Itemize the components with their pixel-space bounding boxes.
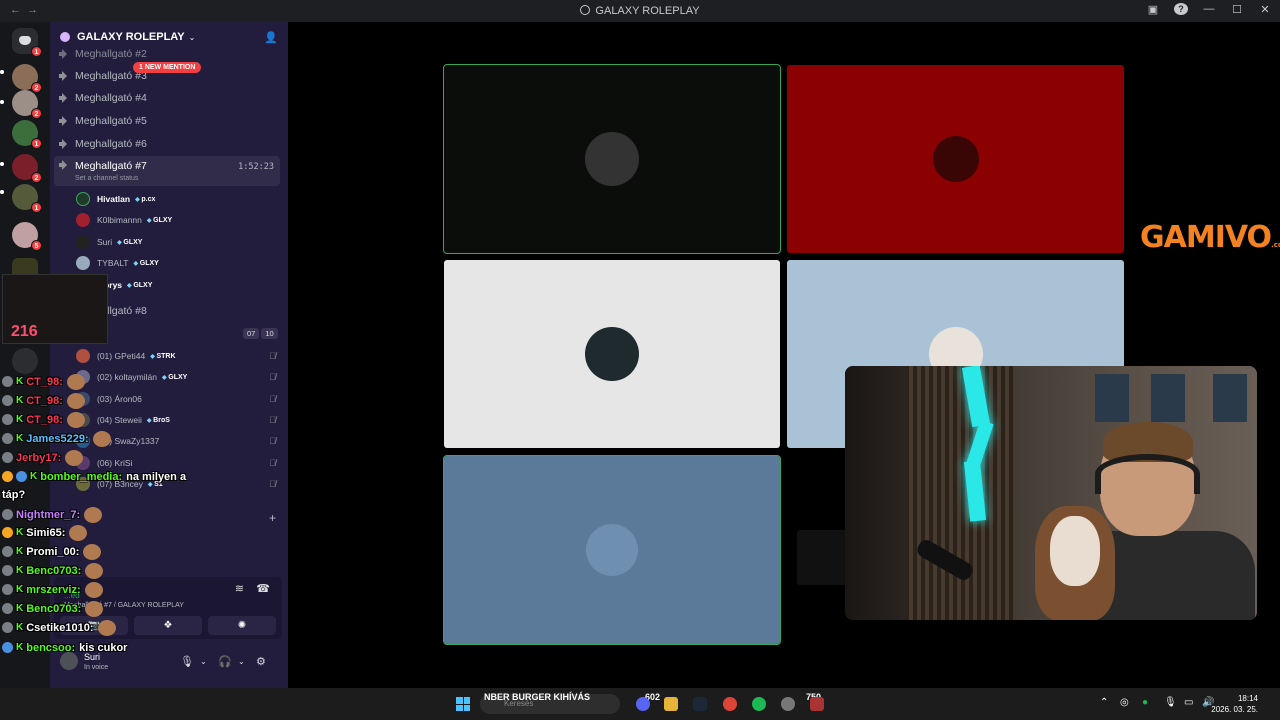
window-title: GALAXY ROLEPLAY [0,5,1280,17]
add-channel-icon[interactable]: + [269,511,276,525]
new-mention-badge[interactable]: 1 NEW MENTION [133,62,202,73]
muted-icon: 🎙̸ [269,458,276,468]
speaker-icon [59,116,69,126]
sponsor-logo: GAMIVO.com [1140,220,1280,255]
clock[interactable]: 18:14 2026. 03. 25. [1211,693,1258,715]
chat-message: K Benc0703: [2,562,104,579]
chat-message: K Simi65: [2,524,88,541]
video-tile[interactable] [443,455,781,645]
maximize-button[interactable]: ☐ [1230,3,1244,16]
channel-user-count: 07 10 [243,328,278,339]
stream-ticker: NBER BURGER KIHÍVÁS [484,692,591,702]
chat-message: Kbencsoo: kis cukor [2,639,127,656]
windows-taskbar: Keresés NBER BURGER KIHÍVÁS 602 750 ⌃ ◎ … [0,688,1280,720]
chrome-icon[interactable] [723,697,737,711]
chat-message: Kmrszerviz: [2,581,103,598]
voice-member[interactable]: SuriGLXY [76,233,276,251]
app-tray-icon[interactable]: ◎ [1120,697,1129,708]
voice-channel[interactable]: Meghallgató #4 [54,88,280,108]
obs-icon[interactable] [781,697,795,711]
voice-member[interactable]: K0lbimannnGLXY [76,211,276,229]
chat-message: K CT_98: [2,373,85,390]
chat-message: K CT_98: [2,411,85,428]
steam-icon[interactable] [693,697,707,711]
inbox-icon[interactable]: ▣ [1146,3,1160,16]
channel-timer: 1:52:23 [238,162,274,172]
stream-chat-overlay: K CT_98: K CT_98: K CT_98: K James5229: Jerb… [0,270,240,670]
chevron-up-icon[interactable]: ⌃ [1100,697,1108,708]
chevron-down-icon: ⌄ [188,32,196,42]
avatar [932,136,979,182]
voice-member[interactable]: Hivatlanp.cx [76,190,276,208]
chat-message: táp? [2,488,26,501]
title-bar: ←→ GALAXY ROLEPLAY ▣ ? — ☐ ✕ [0,0,1280,22]
speaker-icon [59,139,69,149]
voice-channel-active[interactable]: Meghallgató #7 1:52:23 Set a channel sta… [54,156,280,186]
disconnect-icon[interactable]: ☎ [256,582,270,595]
add-user-icon[interactable]: 👤 [264,31,278,44]
server-icon[interactable]: 5 [12,222,42,251]
chat-message: Nightmer_7: [2,506,103,523]
voice-channel[interactable]: Meghallgató #5 [54,111,280,131]
chat-message: K CT_98: [2,392,85,409]
muted-icon: 🎙̸ [269,479,276,489]
gear-icon[interactable]: ⚙ [256,655,266,668]
network-icon[interactable]: ▭ [1184,697,1193,708]
app-icon[interactable] [810,697,824,711]
server-icon [60,32,70,42]
muted-icon: 🎙̸ [269,351,276,361]
chat-message: K James5229: [2,430,111,447]
discord-taskbar-icon[interactable] [636,697,650,711]
video-tile[interactable] [443,64,781,254]
start-button[interactable] [456,697,470,711]
muted-icon: 🎙̸ [269,394,276,404]
avatar [586,524,638,576]
avatar [585,132,639,186]
server-logo-icon [580,5,591,15]
webcam-overlay [845,366,1257,620]
server-icon[interactable]: 2 [12,154,42,183]
video-tile[interactable] [444,260,780,448]
avatar [585,327,639,381]
file-explorer-icon[interactable] [664,697,678,711]
window-controls: ▣ ? — ☐ ✕ [1146,3,1272,16]
speaker-icon [59,71,69,81]
server-icon[interactable]: 1 [12,184,42,213]
tray-status-icon[interactable]: ● [1142,697,1148,708]
speaker-icon [59,160,69,170]
chat-message: Jerby17: [2,449,84,466]
voice-channel[interactable]: Meghallgató #6 [54,134,280,154]
avatar [76,192,90,206]
chat-message: K Csetike1010: [2,619,116,636]
chat-message: K Benc0703: [2,600,104,617]
server-icon[interactable]: 2 [12,90,42,119]
spotify-icon[interactable] [752,697,766,711]
close-button[interactable]: ✕ [1258,3,1272,16]
video-tile[interactable] [797,530,847,585]
video-tile[interactable] [787,65,1124,253]
speaker-icon [59,93,69,103]
discord-home-icon[interactable]: 1 [12,28,42,57]
avatar [76,213,90,227]
muted-icon: 🎙̸ [269,372,276,382]
muted-icon: 🎙̸ [269,436,276,446]
chat-message: K Promi_00: [2,543,102,560]
server-icon[interactable]: 2 [12,64,42,93]
muted-icon: 🎙̸ [269,415,276,425]
minimize-button[interactable]: — [1202,3,1216,16]
chat-message: Kbomber_media: na milyen a [2,468,186,485]
avatar [76,235,90,249]
avatar [76,256,90,270]
microphone-tray-icon[interactable]: 🎙 [1164,697,1177,708]
help-icon[interactable]: ? [1174,3,1188,16]
channel-status[interactable]: Set a channel status [75,175,138,182]
voice-channel[interactable]: Meghallgató #2 [54,44,280,64]
server-icon[interactable]: 1 [12,120,42,149]
speaker-icon [59,49,69,59]
